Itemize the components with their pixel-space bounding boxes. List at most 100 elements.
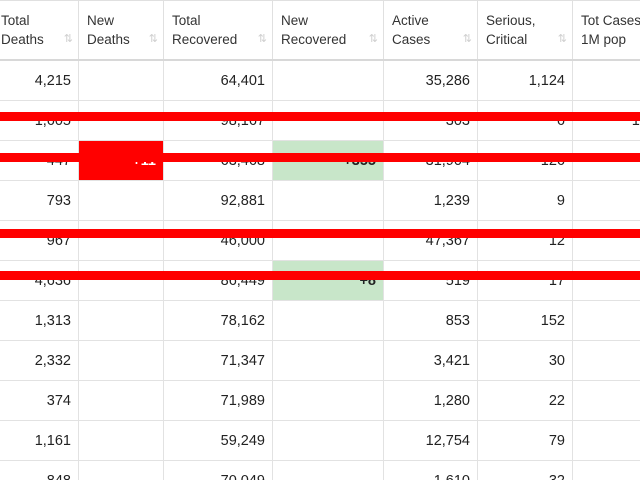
cell-new-deaths xyxy=(78,59,164,101)
table-row: 793 92,881 1,239 9 2 xyxy=(0,180,640,221)
cell-total-deaths: 848 xyxy=(0,460,79,480)
cell-active-cases: 853 xyxy=(383,300,478,341)
cell-active-cases: 1,239 xyxy=(383,180,478,221)
cell-tot-cases-per-1m: 2 xyxy=(572,300,640,341)
header-line: New xyxy=(87,13,115,28)
cell-new-deaths xyxy=(78,460,164,480)
row-outline-bottom xyxy=(0,271,640,280)
cell-new-deaths xyxy=(78,220,164,261)
cell-total-deaths: 1,313 xyxy=(0,300,79,341)
sort-icon[interactable]: ⇅ xyxy=(258,30,267,49)
table-row: 2,332 71,347 3,421 30 11 xyxy=(0,340,640,381)
covid-stats-table: Total Deaths ⇅ New Deaths ⇅ Total Recove… xyxy=(0,0,640,480)
table-row: 374 71,989 1,280 22 60 xyxy=(0,380,640,421)
cell-new-deaths xyxy=(78,300,164,341)
cell-total-recovered: 92,881 xyxy=(163,180,273,221)
cell-serious-critical: 1,124 xyxy=(477,59,573,101)
cell-new-deaths xyxy=(78,380,164,421)
header-line: Active xyxy=(392,13,429,28)
header-line: Total xyxy=(1,13,30,28)
cell-new-deaths xyxy=(78,180,164,221)
cell-serious-critical: 30 xyxy=(477,340,573,381)
cell-active-cases: 1,610 xyxy=(383,460,478,480)
table-row-highlighted: 4,636 86,449 +8 519 17 xyxy=(0,260,640,301)
header-total-recovered[interactable]: Total Recovered ⇅ xyxy=(163,0,273,61)
header-line: 1M pop xyxy=(581,32,627,47)
cell-total-deaths: 4,636 xyxy=(0,260,79,301)
cell-tot-cases-per-1m: 11 xyxy=(572,340,640,381)
cell-serious-critical: 32 xyxy=(477,460,573,480)
row-outline-top xyxy=(0,112,640,121)
cell-new-deaths xyxy=(78,420,164,461)
cell-total-deaths: 2,332 xyxy=(0,340,79,381)
cell-active-cases: 1,280 xyxy=(383,380,478,421)
cell-new-recovered: +8 xyxy=(272,260,384,301)
header-line: Recovered xyxy=(281,32,347,47)
cell-active-cases: 3,421 xyxy=(383,340,478,381)
cell-total-recovered: 59,249 xyxy=(163,420,273,461)
cell-tot-cases-per-1m: 28 xyxy=(572,420,640,461)
cell-new-recovered xyxy=(272,380,384,421)
cell-total-deaths: 374 xyxy=(0,380,79,421)
cell-new-recovered xyxy=(272,460,384,480)
cell-total-recovered: 64,401 xyxy=(163,59,273,101)
cell-tot-cases-per-1m: 2 xyxy=(572,180,640,221)
cell-total-deaths: 1,161 xyxy=(0,420,79,461)
cell-new-recovered xyxy=(272,420,384,461)
covid-stats-table-view: Total Deaths ⇅ New Deaths ⇅ Total Recove… xyxy=(0,0,640,480)
cell-new-deaths xyxy=(78,340,164,381)
header-active-cases[interactable]: Active Cases ⇅ xyxy=(383,0,478,61)
sort-icon[interactable]: ⇅ xyxy=(149,30,158,49)
header-serious-critical[interactable]: Serious, Critical ⇅ xyxy=(477,0,573,61)
cell-total-deaths: 793 xyxy=(0,180,79,221)
cell-active-cases: 12,754 xyxy=(383,420,478,461)
header-line: New xyxy=(281,13,309,28)
cell-total-recovered: 46,000 xyxy=(163,220,273,261)
sort-icon[interactable]: ⇅ xyxy=(64,30,73,49)
cell-serious-critical: 17 xyxy=(477,260,573,301)
cell-total-deaths: 4,215 xyxy=(0,59,79,101)
sort-icon[interactable]: ⇅ xyxy=(463,30,472,49)
header-new-deaths[interactable]: New Deaths ⇅ xyxy=(78,0,164,61)
cell-tot-cases-per-1m: 17 xyxy=(572,220,640,261)
cell-total-recovered: 70,049 xyxy=(163,460,273,480)
cell-total-recovered: 78,162 xyxy=(163,300,273,341)
cell-new-recovered xyxy=(272,59,384,101)
table-row: 967 46,000 47,367 12 17 xyxy=(0,220,640,261)
cell-tot-cases-per-1m xyxy=(572,260,640,301)
cell-serious-critical: 152 xyxy=(477,300,573,341)
row-outline-top xyxy=(0,229,640,238)
header-tot-cases-per-1m[interactable]: Tot Cases/ 1M pop xyxy=(572,0,640,61)
sort-icon[interactable]: ⇅ xyxy=(558,30,567,49)
sort-icon[interactable]: ⇅ xyxy=(369,30,378,49)
cell-total-deaths: 967 xyxy=(0,220,79,261)
table-row: 1,161 59,249 12,754 79 28 xyxy=(0,420,640,461)
cell-total-recovered: 71,347 xyxy=(163,340,273,381)
table-row: 1,313 78,162 853 152 2 xyxy=(0,300,640,341)
cell-new-recovered xyxy=(272,300,384,341)
table-row: 848 70,049 1,610 32 2 xyxy=(0,460,640,480)
cell-new-recovered xyxy=(272,180,384,221)
header-total-deaths[interactable]: Total Deaths ⇅ xyxy=(0,0,79,61)
cell-serious-critical: 79 xyxy=(477,420,573,461)
header-new-recovered[interactable]: New Recovered ⇅ xyxy=(272,0,384,61)
cell-serious-critical: 9 xyxy=(477,180,573,221)
cell-total-recovered: 86,449 xyxy=(163,260,273,301)
row-outline-bottom xyxy=(0,153,640,162)
cell-active-cases: 47,367 xyxy=(383,220,478,261)
header-line: Total xyxy=(172,13,201,28)
cell-tot-cases-per-1m: 60 xyxy=(572,380,640,421)
cell-serious-critical: 12 xyxy=(477,220,573,261)
cell-active-cases: 35,286 xyxy=(383,59,478,101)
cell-active-cases: 519 xyxy=(383,260,478,301)
cell-serious-critical: 22 xyxy=(477,380,573,421)
cell-new-recovered xyxy=(272,340,384,381)
cell-tot-cases-per-1m: 2 xyxy=(572,460,640,480)
header-line: Tot Cases/ xyxy=(581,13,640,28)
table-row: 4,215 64,401 35,286 1,124 2 xyxy=(0,59,640,101)
header-line: Serious, xyxy=(486,13,536,28)
cell-total-recovered: 71,989 xyxy=(163,380,273,421)
cell-new-recovered xyxy=(272,220,384,261)
header-row: Total Deaths ⇅ New Deaths ⇅ Total Recove… xyxy=(0,0,640,61)
cell-new-deaths xyxy=(78,260,164,301)
